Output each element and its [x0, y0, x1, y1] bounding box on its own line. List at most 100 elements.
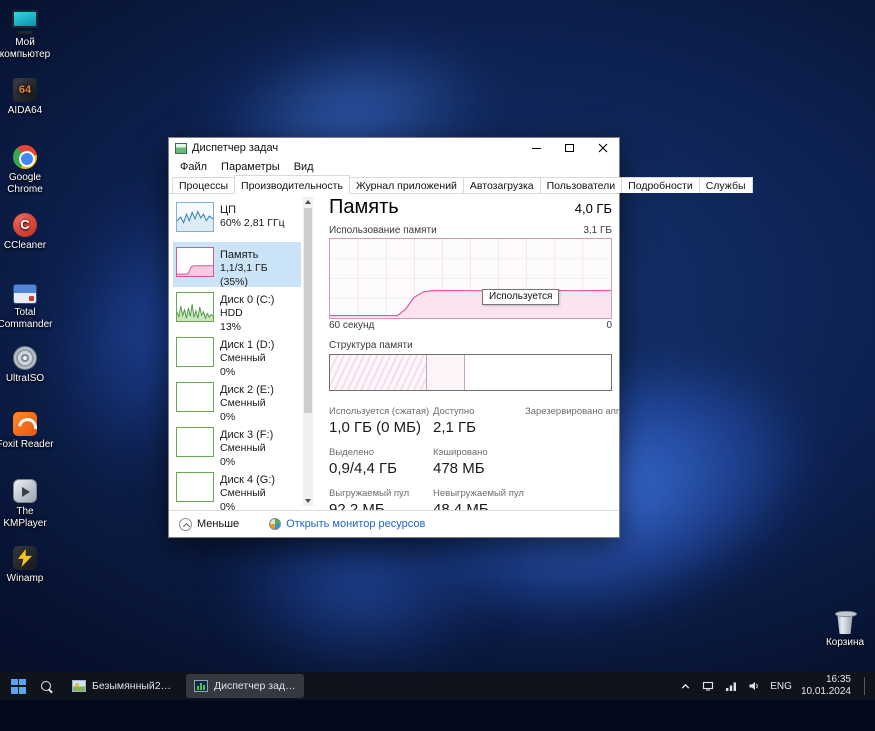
- date-text: 10.01.2024: [800, 686, 851, 697]
- hidden-icons-chevron-icon[interactable]: [678, 679, 692, 693]
- stat-paged-pool: Выгружаемый пул 92,2 МБ: [329, 488, 433, 510]
- stat-spacer: [525, 447, 619, 477]
- search-button[interactable]: [33, 674, 60, 698]
- disk1-mini-graph: [176, 337, 214, 367]
- close-button[interactable]: [586, 138, 619, 158]
- system-tray: ENG 16:35 10.01.2024: [678, 674, 871, 699]
- stat-committed: Выделено 0,9/4,4 ГБ: [329, 447, 433, 477]
- task-manager-icon: [194, 680, 208, 692]
- tab-performance[interactable]: Производительность: [234, 175, 350, 194]
- desktop-icon-ultraiso[interactable]: UltraISO: [0, 344, 55, 385]
- sidebar-disk4-title: Диск 4 (G:): [220, 474, 276, 486]
- scrollbar-thumb[interactable]: [304, 208, 312, 413]
- tab-services[interactable]: Службы: [698, 177, 753, 193]
- stat-value: 92,2 МБ: [329, 501, 385, 510]
- stat-label: Невыгружаемый пул: [433, 488, 524, 499]
- sidebar-item-disk0[interactable]: Диск 0 (C:) HDD 13%: [173, 287, 301, 333]
- scroll-down-arrow-icon[interactable]: [303, 496, 313, 506]
- sidebar-item-disk3[interactable]: Диск 3 (F:) Сменный 0%: [173, 422, 301, 468]
- tab-startup[interactable]: Автозагрузка: [462, 177, 541, 193]
- sidebar-disk3-stats: 0%: [220, 455, 236, 468]
- desktop-icon-kmplayer[interactable]: The KMPlayer: [0, 477, 55, 529]
- desktop-icon-total-commander[interactable]: Total Commander: [0, 278, 55, 330]
- sidebar-item-cpu[interactable]: ЦП 60% 2,81 ГГц: [173, 197, 301, 242]
- tab-strip: Процессы Производительность Журнал прило…: [169, 175, 753, 194]
- sidebar-disk2-title: Диск 2 (E:): [220, 384, 274, 396]
- language-indicator[interactable]: ENG: [770, 681, 792, 692]
- desktop-icon-foxit-reader[interactable]: Foxit Reader: [0, 410, 55, 451]
- show-desktop-button[interactable]: [864, 677, 867, 695]
- minimize-button[interactable]: [520, 138, 553, 158]
- ccleaner-icon: C: [13, 211, 37, 237]
- scroll-up-arrow-icon[interactable]: [303, 197, 313, 207]
- taskbar-app-task-manager[interactable]: Диспетчер задач: [186, 674, 304, 698]
- start-button[interactable]: [4, 674, 33, 698]
- sidebar-disk4-type: Сменный: [220, 487, 266, 500]
- memory-title: Память: [329, 196, 399, 218]
- tab-processes[interactable]: Процессы: [172, 177, 236, 193]
- resource-monitor-label: Открыть монитор ресурсов: [286, 518, 426, 530]
- sidebar-item-memory[interactable]: Память 1,1/3,1 ГБ (35%): [173, 242, 301, 288]
- task-manager-window: Диспетчер задач Файл Параметры Вид Проце…: [168, 137, 753, 538]
- title-bar[interactable]: Диспетчер задач: [169, 138, 619, 158]
- performance-sidebar: ЦП60% 2,81 ГГц Память1,1/3,1 ГБ (35%): [173, 197, 301, 510]
- desktop-icon-winamp[interactable]: Winamp: [0, 544, 55, 585]
- memory-composition-label: Структура памяти: [329, 340, 413, 351]
- menu-view[interactable]: Вид: [287, 161, 321, 173]
- tab-app-history[interactable]: Журнал приложений: [348, 177, 464, 193]
- desktop-icon-label: Корзина: [825, 637, 865, 648]
- display-tray-icon[interactable]: [701, 679, 715, 693]
- ultraiso-icon: [13, 344, 37, 370]
- total-commander-icon: [13, 278, 37, 304]
- composition-free-segment: [464, 355, 611, 390]
- fewer-details-label: Меньше: [197, 518, 240, 530]
- graph-tooltip: Используется: [482, 289, 560, 305]
- sidebar-disk3-type: Сменный: [220, 442, 266, 455]
- desktop-icon-recycle-bin[interactable]: Корзина: [815, 608, 875, 649]
- sidebar-disk2-stats: 0%: [220, 410, 236, 423]
- taskbar-app-image[interactable]: Безымянный2.jpg ...: [64, 674, 182, 698]
- tab-users[interactable]: Пользователи: [539, 177, 623, 193]
- desktop-icon-my-computer[interactable]: Мой компьютер: [0, 8, 55, 60]
- desktop-icon-label: UltraISO: [5, 373, 45, 384]
- menu-file[interactable]: Файл: [173, 161, 214, 173]
- close-icon: [598, 143, 607, 153]
- network-icon[interactable]: [724, 679, 738, 693]
- chrome-icon: [13, 143, 37, 169]
- winamp-icon: [13, 544, 37, 570]
- tab-details[interactable]: Подробности: [621, 177, 700, 193]
- taskbar: Безымянный2.jpg ... Диспетчер задач ENG …: [0, 672, 875, 700]
- sidebar-item-disk1[interactable]: Диск 1 (D:) Сменный 0%: [173, 332, 301, 378]
- sidebar-disk4-stats: 0%: [220, 500, 236, 510]
- graph-time-zero-label: 0: [606, 320, 612, 331]
- menu-options[interactable]: Параметры: [214, 161, 287, 173]
- clock[interactable]: 16:35 10.01.2024: [801, 674, 851, 699]
- desktop-icon-label: The KMPlayer: [3, 506, 47, 529]
- composition-modified-segment: [426, 355, 465, 390]
- sidebar-memory-stats: 1,1/3,1 ГБ (35%): [220, 262, 268, 288]
- sidebar-item-disk4[interactable]: Диск 4 (G:) Сменный 0%: [173, 467, 301, 510]
- desktop-icon-ccleaner[interactable]: C CCleaner: [0, 211, 55, 252]
- stat-value: 48,4 МБ: [433, 501, 489, 510]
- sidebar-disk1-type: Сменный: [220, 352, 266, 365]
- open-resource-monitor-link[interactable]: Открыть монитор ресурсов: [269, 518, 425, 530]
- graph-timespan-label: 60 секунд: [329, 320, 375, 331]
- maximize-button[interactable]: [553, 138, 586, 158]
- taskbar-app-label: Безымянный2.jpg ...: [92, 680, 174, 692]
- volume-icon[interactable]: [747, 679, 761, 693]
- taskbar-app-label: Диспетчер задач: [214, 680, 296, 692]
- memory-composition-bar: [329, 354, 612, 391]
- stat-available: Доступно 2,1 ГБ: [433, 406, 525, 436]
- fewer-details-button[interactable]: Меньше: [179, 517, 240, 531]
- desktop-icon-google-chrome[interactable]: Google Chrome: [0, 143, 55, 195]
- usage-graph-max: 3,1 ГБ: [583, 225, 612, 236]
- image-file-icon: [72, 680, 86, 692]
- desktop-icon-aida64[interactable]: 64 AIDA64: [0, 76, 55, 117]
- disk3-mini-graph: [176, 427, 214, 457]
- sidebar-item-disk2[interactable]: Диск 2 (E:) Сменный 0%: [173, 377, 301, 423]
- menu-bar: Файл Параметры Вид: [169, 158, 619, 175]
- stat-label: Кэшировано: [433, 447, 488, 458]
- recycle-bin-icon: [835, 608, 857, 634]
- my-computer-icon: [12, 8, 38, 34]
- sidebar-scrollbar[interactable]: [303, 197, 313, 506]
